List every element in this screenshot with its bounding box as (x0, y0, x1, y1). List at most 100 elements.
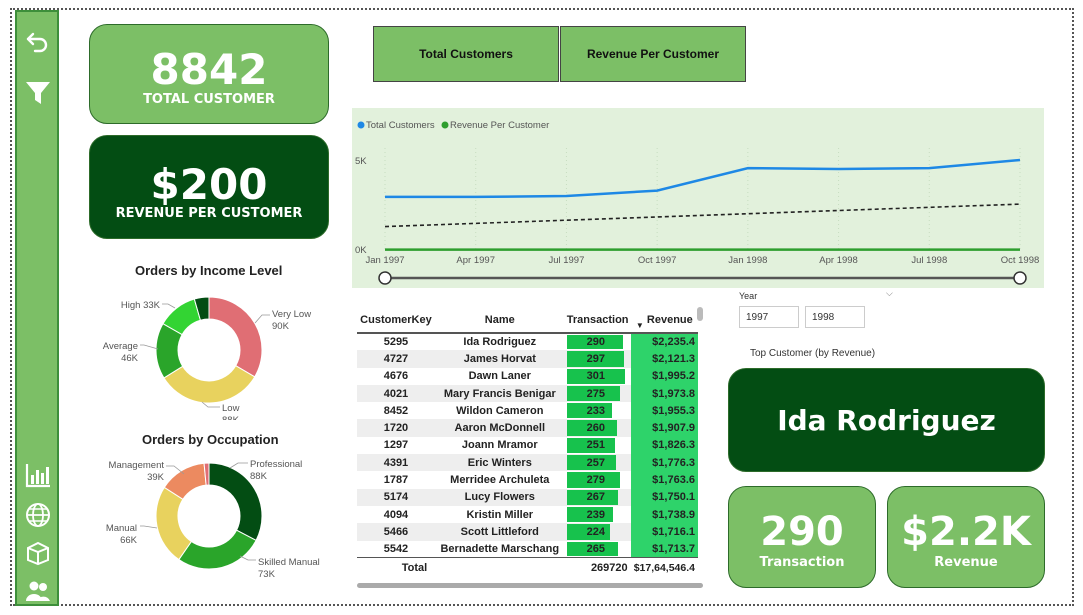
cell-revenue: $1,763.6 (630, 471, 698, 489)
col-header-transaction[interactable]: Transaction (564, 307, 631, 334)
table-row[interactable]: 4021 Mary Francis Benigar 275 $1,973.8 (357, 384, 698, 403)
table-row[interactable]: 1297 Joann Mramor 251 $1,826.3 (357, 436, 698, 455)
occupation-chart-title: Orders by Occupation (142, 432, 279, 447)
total-customer-value: 8842 (150, 45, 268, 94)
cell-name: Bernadette Marschang (440, 542, 560, 555)
year-from-input[interactable]: 1997 (739, 306, 799, 328)
table-row[interactable]: 5295 Ida Rodriguez 290 $2,235.4 (357, 333, 698, 351)
cell-revenue: $2,121.3 (630, 350, 698, 368)
cell-name: Lucy Flowers (434, 488, 565, 506)
table-row[interactable]: 4727 James Horvat 297 $2,121.3 (357, 350, 698, 368)
cell-transaction: 290 (565, 333, 631, 350)
series-total-customers[interactable] (385, 158, 1021, 199)
date-range-slider-end-handle[interactable] (1013, 271, 1027, 285)
cell-transaction-value: 224 (586, 525, 606, 538)
line-chart: Total Customers Revenue Per Customer 5K … (355, 120, 1039, 285)
cell-customerkey: 4391 (357, 454, 435, 472)
cell-name: Scott Littleford (434, 523, 565, 541)
slice-label: Professional (250, 459, 302, 470)
cell-name: Aaron McDonnell (434, 419, 565, 437)
cell-transaction-value: 267 (586, 491, 606, 504)
table-row[interactable]: 1787 Merridee Archuleta 279 $1,763.6 (357, 471, 698, 489)
table-row[interactable]: 5542 Bernadette Marschang 265 $1,713.7 (357, 540, 698, 558)
slice-skilled-manual[interactable] (178, 529, 257, 570)
legend-total-customers[interactable]: Total Customers (366, 120, 435, 131)
col-header-name[interactable]: Name (434, 307, 565, 334)
sidebar (15, 10, 59, 606)
table-row[interactable]: 4391 Eric Winters 257 $1,776.3 (357, 454, 698, 472)
cell-transaction: 233 (565, 402, 631, 419)
col-header-customerkey[interactable]: CustomerKey (357, 307, 435, 334)
bar-chart-icon[interactable] (25, 462, 51, 488)
slice-manual[interactable] (155, 486, 193, 561)
slice-very-low[interactable] (208, 296, 263, 378)
top-customer-transaction-value: 290 (760, 509, 844, 555)
cell-customerkey: 5466 (357, 523, 435, 541)
x-tick-label: Oct 1997 (638, 255, 677, 266)
cell-revenue: $1,776.3 (630, 454, 698, 472)
cell-transaction: 260 (564, 419, 631, 437)
top-customer-revenue-card: $2.2K Revenue (887, 486, 1045, 588)
slice-label: Average (103, 341, 138, 352)
chevron-down-icon[interactable]: ⌵ (886, 289, 893, 299)
filter-icon[interactable] (25, 80, 51, 106)
cell-name: Mary Francis Benigar (434, 384, 565, 403)
cell-name: Ida Rodriguez (463, 336, 537, 349)
cell-transaction: 297 (564, 350, 631, 368)
table-row[interactable]: 4676 Dawn Laner 301 $1,995.2 (357, 367, 698, 385)
cell-transaction: 301 (565, 368, 631, 385)
users-icon[interactable] (25, 578, 51, 604)
cell-name: Eric Winters (434, 454, 565, 472)
cell-transaction-value: 279 (586, 474, 606, 487)
legend-revenue-per-customer-marker (441, 121, 449, 129)
cell-transaction-value: 239 (586, 508, 606, 521)
total-name-empty (434, 557, 565, 578)
cell-transaction-value: 301 (586, 370, 606, 383)
col-header-revenue[interactable]: ▼ Revenue (630, 307, 698, 334)
table-row[interactable]: 5466 Scott Littleford 224 $1,716.1 (357, 523, 698, 541)
cell-revenue: $1,973.8 (630, 384, 698, 403)
slice-label: High 33K (121, 300, 161, 311)
top-customer-title: Top Customer (by Revenue) (750, 348, 876, 359)
date-range-slider-start-handle[interactable] (378, 271, 392, 285)
table-row[interactable]: 8452 Wildon Cameron 233 $1,955.3 (357, 402, 698, 420)
x-tick-label: Apr 1997 (456, 255, 495, 266)
total-revenue: $17,64,546.4 (630, 557, 698, 578)
cell-revenue: $1,716.1 (630, 523, 698, 541)
y-tick-5k: 5K (355, 156, 367, 167)
cell-transaction-value: 297 (586, 352, 606, 365)
tab-revenue-per-customer[interactable]: Revenue Per Customer (560, 26, 746, 82)
leader-line (254, 314, 270, 324)
table-scrollbar[interactable] (697, 307, 703, 321)
cell-name: Joann Mramor (461, 439, 538, 452)
cell-name: James Horvat (434, 350, 565, 368)
globe-icon[interactable] (25, 502, 51, 528)
slice-low[interactable] (163, 365, 256, 404)
table-row[interactable]: 5174 Lucy Flowers 267 $1,750.1 (357, 488, 698, 506)
legend-revenue-per-customer[interactable]: Revenue Per Customer (450, 120, 549, 131)
cell-customerkey: 1720 (357, 419, 435, 437)
line-chart-panel: Total Customers Revenue Per Customer 5K … (352, 108, 1044, 288)
cell-transaction: 251 (565, 437, 631, 454)
slice-label: Very Low (272, 309, 311, 320)
tab-total-customers[interactable]: Total Customers (373, 26, 559, 82)
sort-desc-icon[interactable]: ▼ (636, 321, 644, 330)
box-icon[interactable] (25, 540, 51, 566)
revenue-per-customer-label: REVENUE PER CUSTOMER (115, 206, 303, 221)
slice-label: Manual (106, 523, 137, 534)
x-axis-ticks: Jan 1997 Apr 1997 Jul 1997 Oct 1997 Jan 1998… (365, 255, 1039, 266)
cell-transaction: 224 (564, 523, 631, 541)
table-hscrollbar[interactable] (357, 583, 703, 588)
slice-label: 88K (250, 471, 268, 482)
top-customer-revenue-value: $2.2K (901, 509, 1031, 555)
back-arrow-icon[interactable] (25, 28, 51, 54)
slice-label: 88K (222, 415, 240, 420)
cell-transaction-value: 260 (586, 422, 606, 435)
cell-name: Merridee Archuleta (450, 474, 550, 487)
table-row[interactable]: 1720 Aaron McDonnell 260 $1,907.9 (357, 419, 698, 437)
table-row[interactable]: 4094 Kristin Miller 239 $1,738.9 (357, 505, 698, 524)
leader-line (229, 462, 248, 469)
cell-name: Dawn Laner (468, 370, 531, 383)
year-to-input[interactable]: 1998 (805, 306, 865, 328)
x-tick-label: Jan 1997 (365, 255, 404, 266)
